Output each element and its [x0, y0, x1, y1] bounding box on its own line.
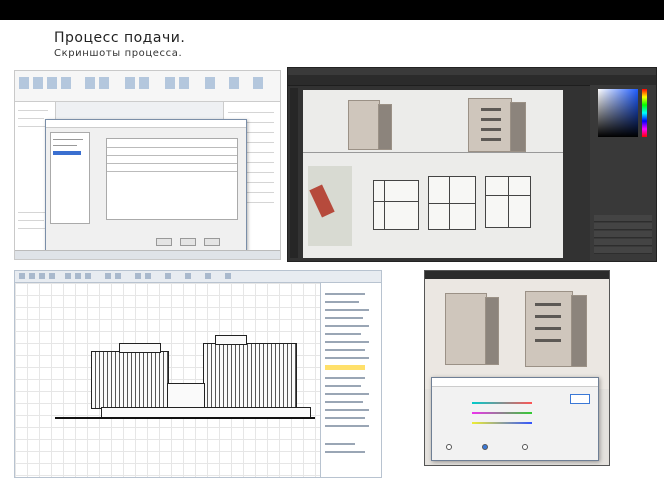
layer-row[interactable]	[594, 247, 652, 254]
toolbar[interactable]	[15, 271, 381, 283]
navigator-panel[interactable]	[320, 283, 381, 477]
ok-button[interactable]	[156, 238, 172, 246]
layer-row[interactable]	[594, 215, 652, 222]
color-picker[interactable]	[598, 89, 638, 137]
status-bar	[15, 250, 280, 259]
dialog-list[interactable]	[50, 132, 90, 224]
hue-slider[interactable]	[642, 89, 647, 137]
highlights-radio[interactable]	[522, 444, 528, 450]
layer-row[interactable]	[594, 231, 652, 238]
tools-panel[interactable]	[290, 88, 298, 258]
cancel-button[interactable]	[180, 238, 196, 246]
cyan-red-slider[interactable]	[472, 402, 532, 404]
slide-title: Процесс подачи.	[54, 30, 186, 46]
settings-dialog[interactable]	[45, 119, 247, 251]
layer-row[interactable]	[594, 239, 652, 246]
top-black-bar	[0, 0, 664, 20]
selected-navigator-item[interactable]	[325, 365, 365, 370]
screenshot-revit	[14, 70, 281, 260]
midtones-radio[interactable]	[482, 444, 488, 450]
document-canvas[interactable]	[303, 90, 563, 258]
dialog-table[interactable]	[106, 138, 238, 220]
color-balance-dialog[interactable]	[431, 377, 599, 461]
shadows-radio[interactable]	[446, 444, 452, 450]
right-panels[interactable]	[590, 85, 656, 261]
ok-button[interactable]	[570, 394, 590, 404]
elevation-canvas[interactable]	[15, 283, 321, 477]
magenta-green-slider[interactable]	[472, 412, 532, 414]
screenshot-archicad	[14, 270, 382, 478]
slide-subtitle: Скриншоты процесса.	[54, 48, 183, 59]
ribbon-toolbar[interactable]	[15, 71, 280, 102]
menu-bar[interactable]	[288, 68, 656, 75]
apply-button[interactable]	[204, 238, 220, 246]
screenshot-photoshop	[287, 67, 657, 262]
layer-row[interactable]	[594, 223, 652, 230]
screenshot-color-balance	[424, 270, 610, 466]
render-preview	[425, 279, 609, 389]
document-tab-bar[interactable]	[425, 271, 609, 279]
yellow-blue-slider[interactable]	[472, 422, 532, 424]
